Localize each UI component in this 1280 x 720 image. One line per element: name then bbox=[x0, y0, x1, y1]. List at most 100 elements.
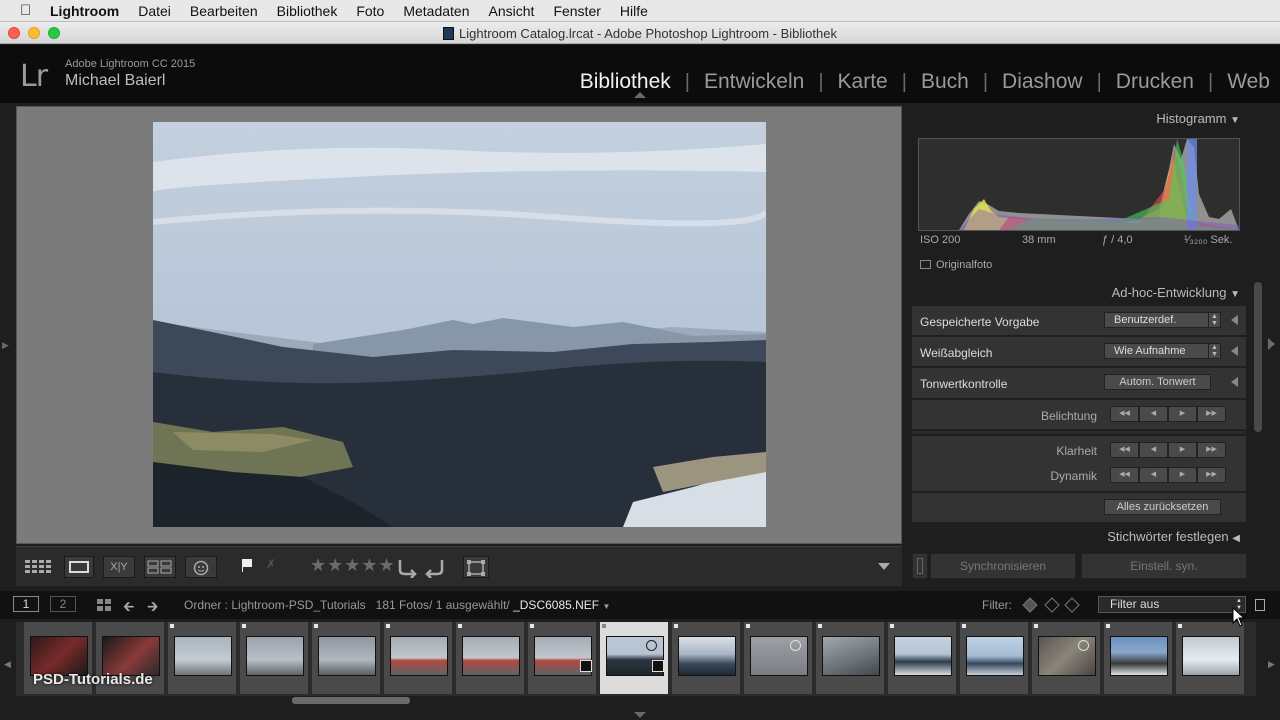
film-thumb-6[interactable] bbox=[384, 622, 454, 694]
original-photo-checkbox[interactable] bbox=[920, 260, 931, 269]
saved-preset-select[interactable]: Benutzerdef. ▲ ▼ bbox=[1104, 312, 1221, 328]
loupe-view[interactable] bbox=[16, 106, 902, 544]
reject-flag-icon[interactable]: ✗ bbox=[266, 557, 276, 571]
right-panel-scrollbar[interactable] bbox=[1254, 282, 1262, 432]
vibrance-down-small[interactable]: ◀ bbox=[1139, 467, 1168, 483]
menu-datei[interactable]: Datei bbox=[138, 3, 171, 19]
module-diashow[interactable]: Diashow bbox=[988, 70, 1097, 94]
filmstrip-breadcrumb[interactable]: Ordner : Lightroom-PSD_Tutorials 181 Fot… bbox=[184, 598, 610, 612]
filmstrip-scroll-right-icon[interactable]: ▶ bbox=[1268, 659, 1275, 670]
module-drucken[interactable]: Drucken bbox=[1102, 70, 1208, 94]
film-thumb-4[interactable] bbox=[240, 622, 310, 694]
module-web[interactable]: Web bbox=[1213, 70, 1270, 94]
bottom-panel-toggle-icon[interactable] bbox=[634, 712, 646, 718]
film-thumb-10[interactable] bbox=[672, 622, 742, 694]
menu-fenster[interactable]: Fenster bbox=[553, 3, 600, 19]
quick-collection-circle-icon[interactable] bbox=[646, 640, 657, 651]
crop-overlay-button[interactable] bbox=[463, 556, 489, 578]
quick-collection-circle-icon[interactable] bbox=[1078, 640, 1089, 651]
vibrance-up-small[interactable]: ▶ bbox=[1168, 467, 1197, 483]
clarity-down-small[interactable]: ◀ bbox=[1139, 442, 1168, 458]
sync-switch-button[interactable] bbox=[912, 553, 928, 579]
module-entwickeln[interactable]: Entwickeln bbox=[690, 70, 818, 94]
histogram-header[interactable]: Histogramm ▼ bbox=[1156, 111, 1240, 126]
module-karte[interactable]: Karte bbox=[824, 70, 902, 94]
film-thumb-8[interactable] bbox=[528, 622, 598, 694]
develop-badge-icon bbox=[580, 660, 592, 672]
identity-product: Adobe Lightroom CC 2015 bbox=[65, 58, 196, 70]
white-balance-select[interactable]: Wie Aufnahme ▲ ▼ bbox=[1104, 343, 1221, 359]
crop-icon bbox=[467, 560, 485, 576]
menu-metadaten[interactable]: Metadaten bbox=[403, 3, 469, 19]
histogram-chart bbox=[959, 139, 1239, 230]
expand-triangle-icon[interactable] bbox=[1231, 315, 1238, 325]
keywording-title: Stichwörter festlegen bbox=[1107, 529, 1229, 544]
people-view-button[interactable] bbox=[185, 556, 217, 578]
sync-button[interactable]: Synchronisieren bbox=[930, 553, 1076, 579]
original-photo-toggle[interactable]: Originalfoto bbox=[920, 259, 992, 271]
expand-triangle-icon[interactable] bbox=[1231, 377, 1238, 387]
rotate-left-icon[interactable] bbox=[396, 556, 418, 583]
right-panel-toggle-icon[interactable] bbox=[1268, 338, 1275, 350]
film-thumb-9-selected[interactable] bbox=[600, 622, 670, 694]
loupe-view-button[interactable] bbox=[64, 556, 94, 578]
film-thumb-17[interactable] bbox=[1176, 622, 1246, 694]
film-thumb-5[interactable] bbox=[312, 622, 382, 694]
filter-lock-icon[interactable] bbox=[1255, 599, 1265, 611]
auto-tone-button[interactable]: Autom. Tonwert bbox=[1104, 374, 1211, 390]
survey-view-button[interactable] bbox=[144, 556, 176, 578]
exposure-down-small[interactable]: ◀ bbox=[1139, 406, 1168, 422]
grid-shortcut-icon[interactable] bbox=[96, 598, 112, 615]
quick-develop-header[interactable]: Ad-hoc-Entwicklung ▼ bbox=[1112, 285, 1240, 300]
film-thumb-7[interactable] bbox=[456, 622, 526, 694]
menu-bibliothek[interactable]: Bibliothek bbox=[277, 3, 338, 19]
clarity-up-large[interactable]: ▶▶ bbox=[1197, 442, 1226, 458]
compare-view-button[interactable]: X|Y bbox=[103, 556, 135, 578]
menu-ansicht[interactable]: Ansicht bbox=[489, 3, 535, 19]
module-buch[interactable]: Buch bbox=[907, 70, 983, 94]
second-window-button[interactable]: 2 bbox=[50, 596, 76, 612]
quick-collection-circle-icon[interactable] bbox=[790, 640, 801, 651]
film-thumb-15[interactable] bbox=[1032, 622, 1102, 694]
module-bibliothek[interactable]: Bibliothek bbox=[566, 70, 685, 94]
sync-switch-icon bbox=[917, 558, 923, 574]
menu-bearbeiten[interactable]: Bearbeiten bbox=[190, 3, 258, 19]
reset-all-button[interactable]: Alles zurücksetzen bbox=[1104, 499, 1221, 515]
vibrance-down-large[interactable]: ◀◀ bbox=[1110, 467, 1139, 483]
main-photo[interactable] bbox=[153, 122, 766, 527]
keywording-header[interactable]: Stichwörter festlegen ◀ bbox=[1107, 529, 1240, 544]
menu-app-name[interactable]: Lightroom bbox=[50, 3, 119, 19]
filter-select[interactable]: Filter aus ▲ ▼ bbox=[1098, 596, 1246, 613]
apple-icon[interactable]:  bbox=[20, 2, 36, 19]
menu-foto[interactable]: Foto bbox=[356, 3, 384, 19]
filmstrip-scroll-left-icon[interactable]: ◀ bbox=[4, 659, 11, 670]
exposure-up-large[interactable]: ▶▶ bbox=[1197, 406, 1226, 422]
exposure-down-large[interactable]: ◀◀ bbox=[1110, 406, 1139, 422]
expand-triangle-icon[interactable] bbox=[1231, 346, 1238, 356]
film-thumb-12[interactable] bbox=[816, 622, 886, 694]
film-thumb-16[interactable] bbox=[1104, 622, 1174, 694]
main-window-button[interactable]: 1 bbox=[13, 596, 39, 612]
filmstrip-scrollbar[interactable] bbox=[292, 697, 410, 704]
grid-view-button[interactable] bbox=[24, 556, 54, 578]
vibrance-up-large[interactable]: ▶▶ bbox=[1197, 467, 1226, 483]
film-thumb-13[interactable] bbox=[888, 622, 958, 694]
pick-flag-icon[interactable] bbox=[240, 558, 254, 579]
exposure-up-small[interactable]: ▶ bbox=[1168, 406, 1197, 422]
flag-filter-icons[interactable] bbox=[1022, 596, 1082, 617]
forward-arrow-icon[interactable]: 🡲 bbox=[147, 596, 158, 620]
left-panel-toggle-icon[interactable]: ▶ bbox=[2, 340, 9, 351]
clarity-up-small[interactable]: ▶ bbox=[1168, 442, 1197, 458]
exif-focal-length: 38 mm bbox=[1022, 234, 1056, 246]
landscape-photo-image bbox=[153, 122, 766, 527]
toolbar-options-icon[interactable] bbox=[878, 563, 890, 570]
sync-settings-button[interactable]: Einstell. syn. bbox=[1081, 553, 1247, 579]
star-rating[interactable]: ★★★★★ bbox=[310, 555, 396, 576]
rotate-right-icon[interactable] bbox=[424, 556, 446, 583]
film-thumb-14[interactable] bbox=[960, 622, 1030, 694]
clarity-down-large[interactable]: ◀◀ bbox=[1110, 442, 1139, 458]
back-arrow-icon[interactable]: 🡰 bbox=[123, 596, 134, 620]
menu-hilfe[interactable]: Hilfe bbox=[620, 3, 648, 19]
film-thumb-11[interactable] bbox=[744, 622, 814, 694]
film-thumb-3[interactable] bbox=[168, 622, 238, 694]
